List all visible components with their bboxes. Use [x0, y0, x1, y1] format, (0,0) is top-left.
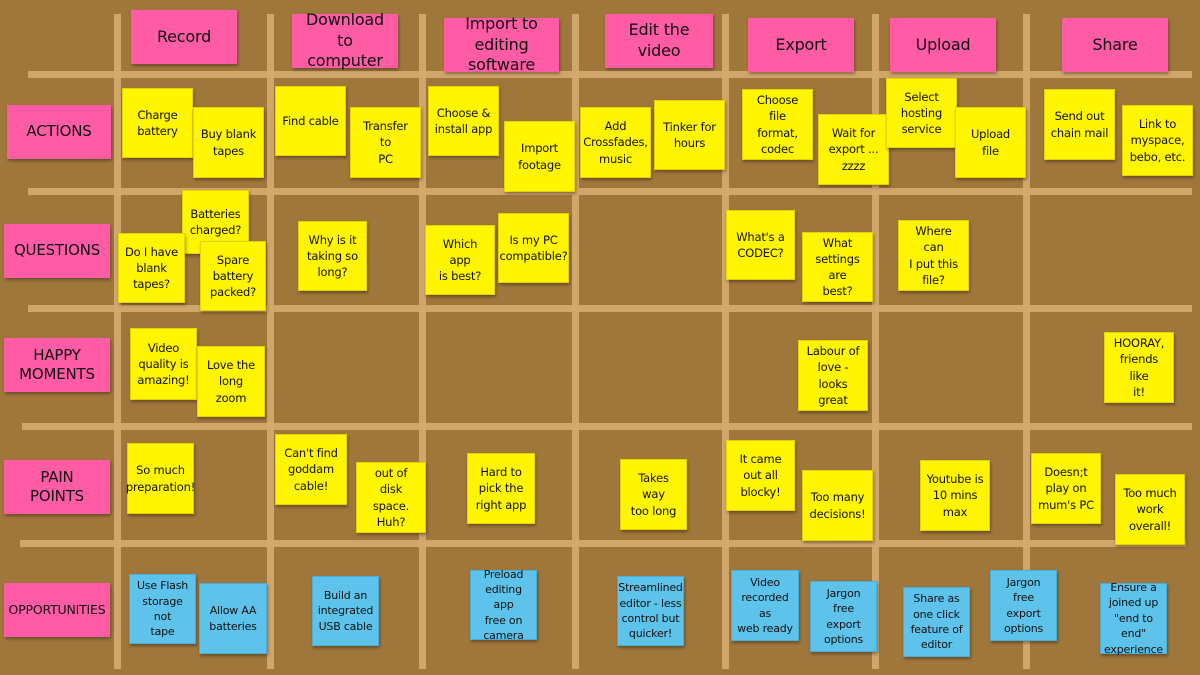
stage-header-record[interactable]: Record — [131, 10, 237, 64]
action-note[interactable]: Tinker for hours — [654, 100, 725, 170]
grid-line-horizontal — [20, 540, 1186, 547]
action-note[interactable]: Wait for export ... zzzz — [818, 114, 889, 185]
opportunity-note[interactable]: Jargon free export options — [990, 570, 1057, 641]
action-note[interactable]: Transfer to PC — [350, 107, 421, 178]
grid-line-vertical — [572, 14, 579, 669]
stage-header-edit[interactable]: Edit the video — [605, 14, 713, 68]
opportunity-note[interactable]: Video recorded as web ready — [731, 570, 799, 641]
action-note[interactable]: Select hosting service — [886, 78, 957, 148]
journey-map-board: Record Download to computer Import to ed… — [0, 0, 1200, 675]
grid-line-horizontal — [22, 423, 1192, 430]
action-note[interactable]: Charge battery — [122, 88, 193, 158]
happy-moment-note[interactable]: Video quality is amazing! — [130, 328, 197, 400]
row-label-questions[interactable]: QUESTIONS — [4, 224, 110, 278]
action-note[interactable]: Link to myspace, bebo, etc. — [1122, 105, 1193, 176]
question-note[interactable]: Why is it taking so long? — [298, 221, 367, 291]
action-note[interactable]: Buy blank tapes — [193, 107, 264, 178]
action-note[interactable]: Send out chain mail — [1044, 89, 1115, 160]
opportunity-note[interactable]: Allow AA batteries — [199, 583, 267, 654]
opportunity-note[interactable]: Preload editing app free on camera — [470, 568, 537, 642]
question-note[interactable]: Spare battery packed? — [200, 241, 266, 311]
action-note[interactable]: Import footage — [504, 121, 575, 192]
opportunity-note[interactable]: Streamlined editor - less control but qu… — [617, 576, 684, 646]
opportunity-note[interactable]: Ensure a joined up "end to end" experien… — [1100, 581, 1167, 656]
happy-moment-note[interactable]: Love the long zoom — [197, 346, 265, 417]
action-note[interactable]: Choose file format, codec — [742, 89, 813, 160]
opportunity-note[interactable]: Use Flash storage not tape — [129, 574, 196, 644]
action-note[interactable]: Find cable — [275, 86, 346, 156]
action-note[interactable]: Upload file — [955, 107, 1026, 178]
pain-point-note[interactable]: So much preparation! — [126, 443, 195, 514]
row-label-opportunities[interactable]: OPPORTUNITIES — [4, 583, 110, 637]
pain-point-note[interactable]: Youtube is 10 mins max — [920, 460, 990, 531]
stage-header-export[interactable]: Export — [748, 18, 854, 72]
pain-point-note[interactable]: Too many decisions! — [802, 470, 873, 541]
question-note[interactable]: Is my PC compatible? — [498, 213, 569, 283]
row-label-actions[interactable]: ACTIONS — [7, 105, 111, 159]
happy-moment-note[interactable]: Labour of love - looks great — [798, 340, 868, 411]
question-note[interactable]: Where can I put this file? — [898, 220, 969, 291]
opportunity-note[interactable]: Jargon free export options — [810, 581, 877, 652]
stage-header-upload[interactable]: Upload — [890, 18, 996, 72]
question-note[interactable]: Do I have blank tapes? — [118, 233, 185, 303]
pain-point-note[interactable]: Can't find goddam cable! — [275, 434, 347, 505]
pain-point-note[interactable]: It came out all blocky! — [726, 440, 795, 511]
grid-line-vertical — [267, 14, 274, 669]
opportunity-note[interactable]: Build an integrated USB cable — [312, 576, 379, 646]
action-note[interactable]: Choose & install app — [428, 86, 499, 156]
pain-point-note[interactable]: Doesn;t play on mum's PC — [1031, 453, 1101, 524]
happy-moment-note[interactable]: HOORAY, friends like it! — [1104, 332, 1174, 403]
action-note[interactable]: Add Crossfades, music — [580, 107, 651, 178]
pain-point-note[interactable]: Too much work overall! — [1115, 474, 1185, 545]
row-label-pain-points[interactable]: PAIN POINTS — [4, 460, 110, 514]
question-note[interactable]: Which app is best? — [425, 225, 495, 295]
question-note[interactable]: What's a CODEC? — [726, 210, 795, 280]
pain-point-note[interactable]: Hard to pick the right app — [467, 453, 535, 524]
question-note[interactable]: What settings are best? — [802, 232, 873, 302]
opportunity-note[interactable]: Share as one click feature of editor — [903, 587, 970, 657]
stage-header-import[interactable]: Import to editing software — [444, 14, 559, 74]
stage-header-share[interactable]: Share — [1062, 18, 1168, 72]
pain-point-note[interactable]: out of disk space. Huh? — [356, 462, 426, 533]
grid-line-horizontal — [28, 71, 1192, 78]
grid-line-vertical — [114, 14, 121, 669]
stage-header-download[interactable]: Download to computer — [292, 10, 398, 70]
row-label-happy-moments[interactable]: HAPPY MOMENTS — [4, 338, 110, 392]
grid-line-vertical — [872, 14, 879, 669]
pain-point-note[interactable]: Takes way too long — [620, 459, 687, 530]
